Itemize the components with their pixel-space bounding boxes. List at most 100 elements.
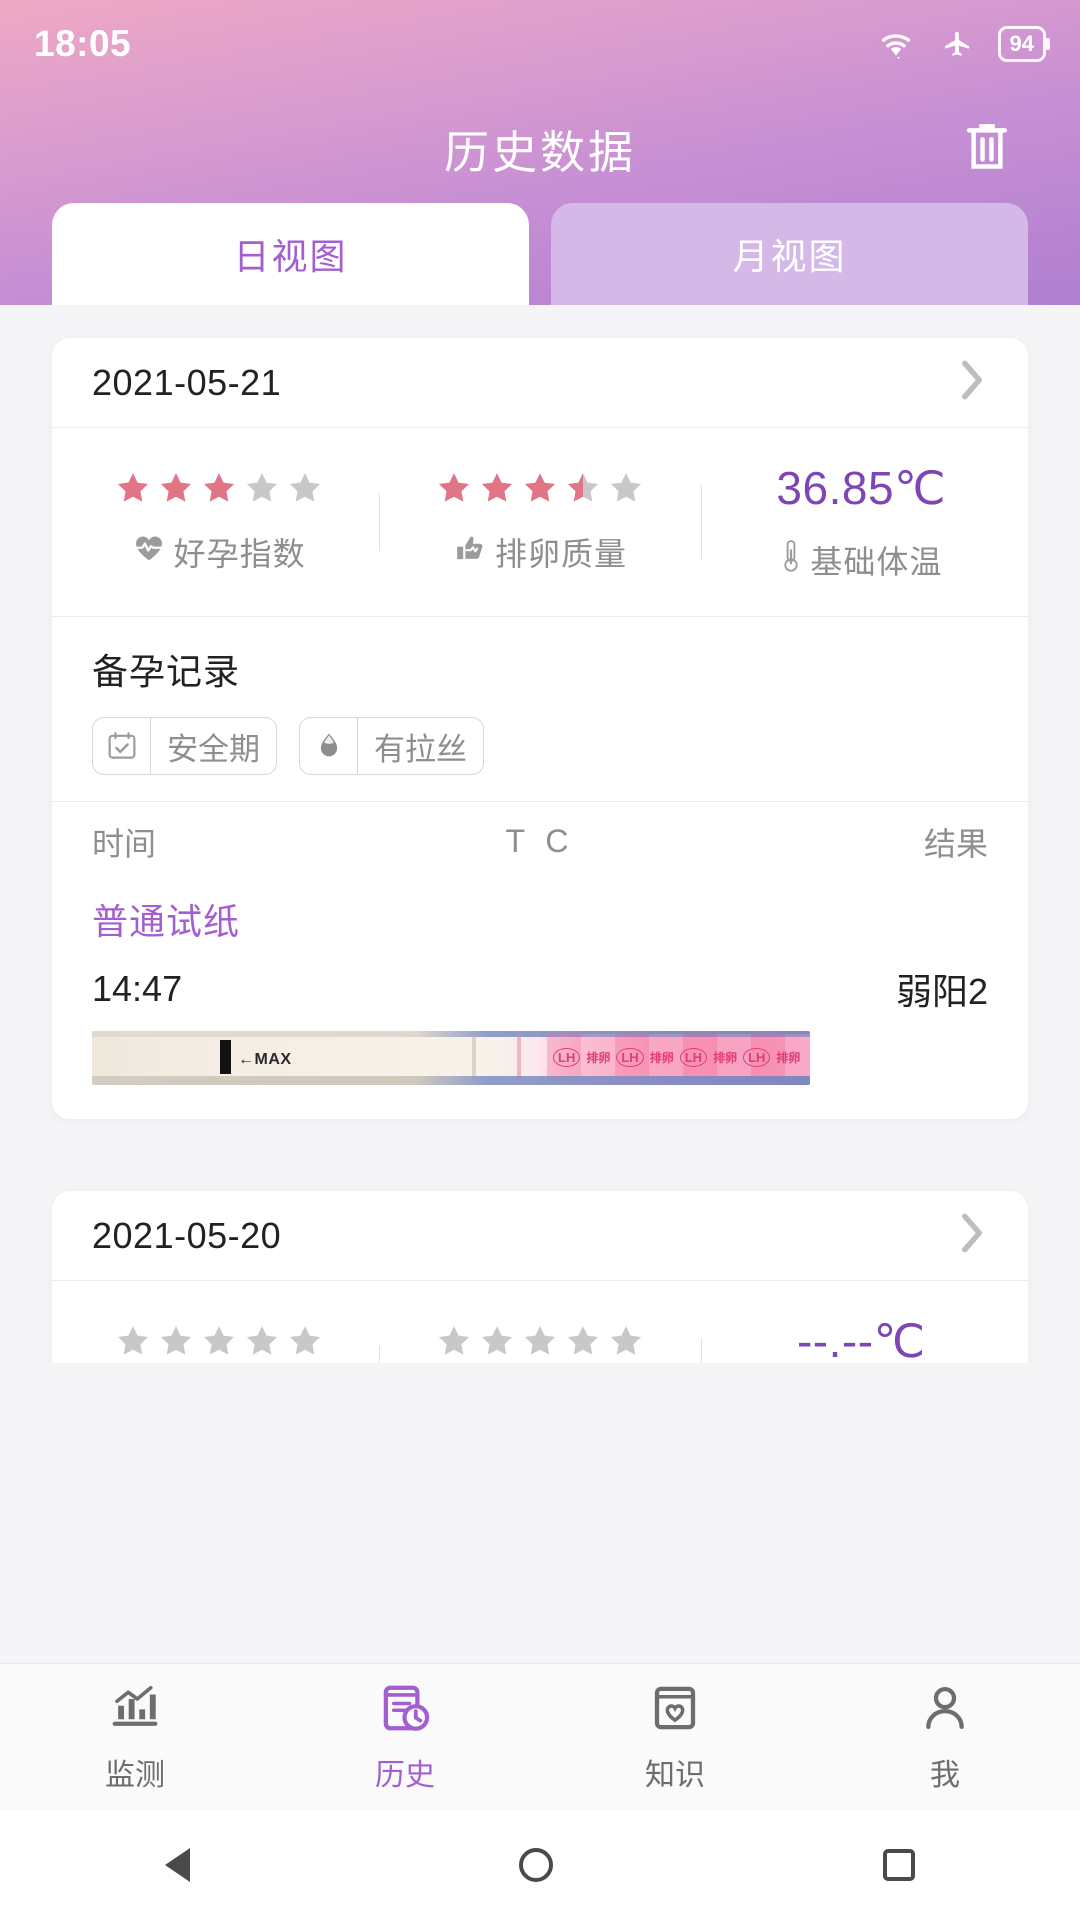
strip-entry-row[interactable]: 14:47 弱阳2 [52, 949, 1028, 1015]
stat-ovulation: 排卵质量 [379, 1322, 700, 1363]
star-icon [524, 1326, 556, 1355]
system-navigation-bar [0, 1810, 1080, 1920]
star-icon [246, 473, 277, 502]
chevron-right-icon[interactable] [954, 355, 988, 410]
history-card[interactable]: 2021-05-21 好孕指数 排卵质量 36.85℃ 基础体温 备孕记录 安全… [52, 338, 1028, 1119]
stat-label-temperature-text: 基础体温 [810, 544, 943, 580]
airplane-mode-icon [938, 28, 976, 60]
col-header-time: 时间 [92, 825, 157, 862]
star-icon [160, 473, 191, 502]
test-strip-photo[interactable]: ←MAX LH 排卵 LH 排卵 LH 排卵 LH 排卵 [92, 1031, 810, 1085]
stat-fertility: 好孕指数 [58, 1322, 379, 1363]
star-icon [289, 1326, 320, 1355]
record-section-title: 备孕记录 [92, 651, 241, 692]
status-bar: 18:05 94 [0, 0, 1080, 88]
lh-brand-text: 排卵 [713, 1051, 738, 1065]
page-title: 历史数据 [443, 126, 636, 178]
user-icon [918, 1681, 972, 1740]
card-date: 2021-05-21 [92, 361, 282, 403]
fertility-stars [114, 1322, 324, 1360]
star-icon [610, 1326, 642, 1355]
fertility-stars [114, 469, 324, 507]
record-tag-mucus[interactable]: 有拉丝 [299, 717, 484, 775]
star-icon [481, 473, 513, 502]
thermometer-icon [780, 539, 802, 581]
back-triangle-icon[interactable] [164, 1848, 190, 1882]
lh-brand-text: 排卵 [586, 1051, 611, 1065]
stat-label-ovulation-text: 排卵质量 [494, 536, 627, 572]
lh-brand-text: 排卵 [649, 1051, 674, 1065]
lh-brand-icon: LH [616, 1048, 644, 1067]
tab-day-view[interactable]: 日视图 [52, 203, 529, 305]
star-icon [203, 1326, 234, 1355]
record-tags: 安全期 有拉丝 [92, 717, 988, 775]
card-stats: 好孕指数 排卵质量 --.--℃ 基础体温 [52, 1281, 1028, 1363]
thumbs-up-icon [453, 533, 487, 571]
card-date: 2021-05-20 [92, 1214, 282, 1256]
view-tabs: 日视图 月视图 [0, 203, 1080, 305]
star-icon [289, 473, 320, 502]
strip-table-header: 时间 T C 结果 [52, 801, 1028, 881]
trash-icon [960, 117, 1014, 180]
chevron-right-icon[interactable] [954, 1208, 988, 1263]
nav-label-knowledge: 知识 [645, 1758, 705, 1792]
nav-label-monitor: 监测 [105, 1758, 165, 1792]
star-icon [160, 1326, 191, 1355]
star-icon [524, 473, 556, 502]
star-icon [567, 473, 599, 502]
title-bar: 历史数据 [0, 88, 1080, 208]
history-document-icon [378, 1681, 432, 1740]
wifi-icon [876, 28, 916, 60]
strip-control-line [472, 1035, 476, 1079]
record-tag-mucus-label: 有拉丝 [374, 731, 467, 767]
star-icon [610, 473, 642, 502]
star-icon [203, 473, 234, 502]
nav-label-profile: 我 [930, 1758, 960, 1792]
stat-label-temperature: 基础体温 [780, 537, 942, 583]
nav-label-history: 历史 [375, 1758, 435, 1792]
status-clock: 18:05 [34, 23, 132, 64]
star-icon [438, 1326, 470, 1355]
nav-item-profile[interactable]: 我 [810, 1681, 1080, 1794]
app-header: 18:05 94 历史数据 日视图 月视图 [0, 0, 1080, 305]
star-icon [481, 1326, 513, 1355]
nav-item-knowledge[interactable]: 知识 [540, 1681, 810, 1794]
heart-pulse-icon [132, 533, 166, 571]
card-header[interactable]: 2021-05-21 [52, 338, 1028, 428]
stat-temperature: 36.85℃ 基础体温 [700, 461, 1022, 583]
nav-item-monitor[interactable]: 监测 [0, 1681, 270, 1794]
star-icon [567, 1326, 599, 1355]
stat-label-ovulation: 排卵质量 [453, 529, 627, 575]
lh-brand-icon: LH [679, 1048, 708, 1067]
strip-test-line [517, 1035, 521, 1079]
strip-entry-result: 弱阳2 [895, 971, 988, 1012]
stat-label-fertility-text: 好孕指数 [173, 536, 306, 572]
card-header[interactable]: 2021-05-20 [52, 1191, 1028, 1281]
history-card[interactable]: 2021-05-20 好孕指数 [52, 1191, 1028, 1363]
battery-icon: 94 [997, 25, 1046, 63]
stat-temperature: --.--℃ 基础体温 [700, 1314, 1022, 1363]
history-list[interactable]: 2021-05-21 好孕指数 排卵质量 36.85℃ 基础体温 备孕记录 安全… [0, 305, 1080, 1363]
recents-square-icon[interactable] [883, 1849, 916, 1881]
water-drop-icon [300, 718, 358, 774]
delete-all-button[interactable] [952, 113, 1022, 183]
star-icon [117, 473, 148, 502]
strip-black-marker [220, 1040, 231, 1074]
tab-month-view[interactable]: 月视图 [551, 203, 1028, 305]
calendar-check-icon [93, 718, 151, 774]
col-header-result: 结果 [923, 825, 988, 862]
record-tag-safe-period-label: 安全期 [167, 731, 260, 767]
temperature-value: --.--℃ [796, 1315, 926, 1363]
lh-brand-icon: LH [743, 1048, 771, 1067]
strip-max-label: ←MAX [238, 1051, 292, 1068]
strip-entry-time: 14:47 [92, 968, 183, 1009]
record-tag-safe-period[interactable]: 安全期 [92, 717, 277, 775]
bottom-navigation: 监测 历史 知识 我 [0, 1663, 1080, 1810]
nav-item-history[interactable]: 历史 [270, 1681, 540, 1794]
strip-lh-brand-zone: LH 排卵 LH 排卵 LH 排卵 LH 排卵 [547, 1034, 810, 1081]
stat-label-fertility: 好孕指数 [132, 529, 306, 575]
lh-brand-text: 排卵 [776, 1051, 801, 1065]
home-circle-icon[interactable] [519, 1848, 554, 1882]
ovulation-stars [435, 1322, 645, 1360]
stat-ovulation: 排卵质量 [379, 469, 700, 575]
